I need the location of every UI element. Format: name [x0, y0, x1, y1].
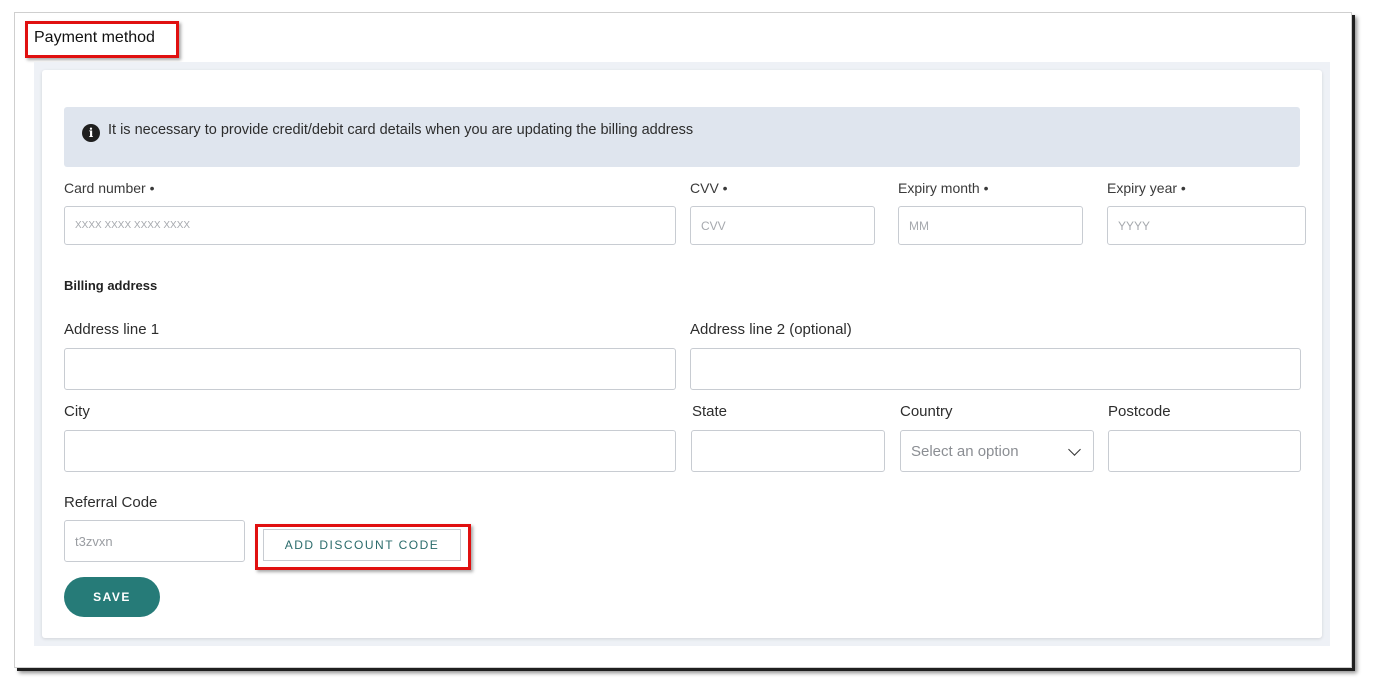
chevron-down-icon — [1068, 443, 1081, 456]
expiry-month-label: Expiry month • — [898, 180, 989, 196]
save-button[interactable]: SAVE — [64, 577, 160, 617]
expiry-year-label: Expiry year • — [1107, 180, 1186, 196]
city-input[interactable] — [64, 430, 676, 472]
title-highlight-box — [25, 21, 179, 58]
expiry-month-input[interactable]: MM — [898, 206, 1083, 245]
city-label: City — [64, 403, 90, 420]
info-text: It is necessary to provide credit/debit … — [108, 122, 694, 138]
country-label: Country — [900, 403, 953, 420]
discount-highlight-box — [255, 524, 471, 570]
referral-code-input[interactable]: t3zvxn — [64, 520, 245, 562]
address-line1-label: Address line 1 — [64, 321, 160, 338]
address-line2-input[interactable] — [690, 348, 1301, 390]
postcode-input[interactable] — [1108, 430, 1301, 472]
cvv-input[interactable]: CVV — [690, 206, 875, 245]
referral-code-label: Referral Code — [64, 494, 158, 511]
billing-address-heading: Billing address — [64, 278, 158, 293]
cvv-label: CVV • — [690, 180, 728, 196]
card-number-input[interactable]: XXXX XXXX XXXX XXXX — [64, 206, 676, 245]
state-label: State — [692, 403, 728, 420]
card-number-label: Card number • — [64, 180, 155, 196]
expiry-year-input[interactable]: YYYY — [1107, 206, 1306, 245]
state-input[interactable] — [691, 430, 885, 472]
info-icon: i — [82, 124, 100, 142]
country-selected-value: Select an option — [911, 442, 1019, 460]
address-line2-label: Address line 2 (optional) — [690, 321, 852, 338]
postcode-label: Postcode — [1108, 403, 1171, 420]
country-select[interactable]: Select an option — [900, 430, 1094, 472]
address-line1-input[interactable] — [64, 348, 676, 390]
